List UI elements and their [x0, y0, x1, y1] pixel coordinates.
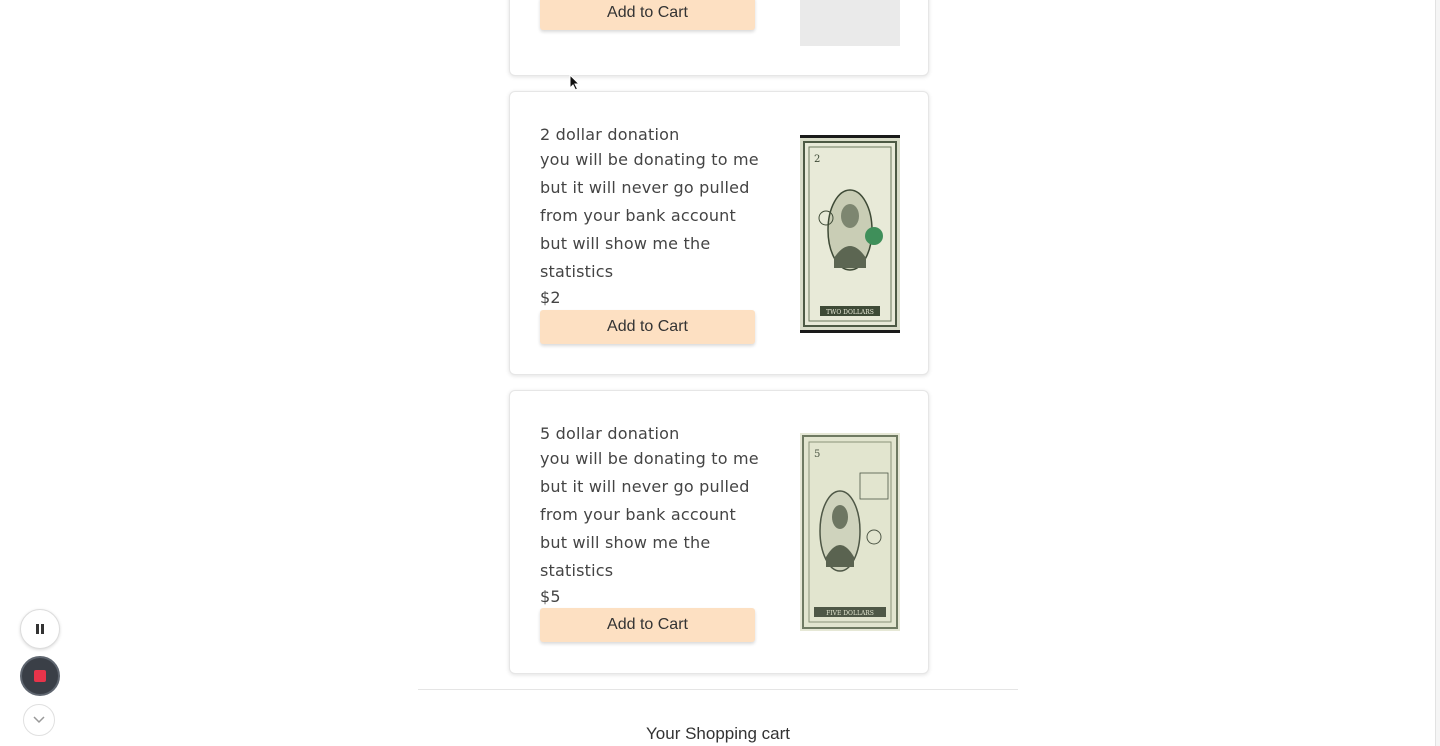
stop-recording-button[interactable]: [20, 656, 60, 696]
chevron-down-icon: [33, 716, 45, 724]
product-image: [800, 0, 900, 46]
bill-corner: 2: [814, 154, 820, 165]
product-card-1: Add to Cart: [509, 0, 929, 76]
bill-corner: 5: [814, 449, 820, 460]
description-line: you will be donating to me: [540, 150, 759, 169]
five-dollar-bill-image: FIVE DOLLARS 5: [800, 433, 900, 631]
product-description: you will be donating to me but it will n…: [540, 445, 770, 585]
product-price: $2: [540, 288, 561, 307]
add-to-cart-button[interactable]: Add to Cart: [540, 310, 755, 344]
bill-caption: TWO DOLLARS: [826, 309, 874, 316]
page-scrollbar[interactable]: [1435, 0, 1440, 746]
product-price: $5: [540, 587, 561, 606]
description-line: but will show me the: [540, 533, 711, 552]
add-to-cart-button[interactable]: Add to Cart: [540, 608, 755, 642]
five-dollar-bill-icon: FIVE DOLLARS 5: [802, 435, 898, 629]
mouse-cursor-icon: [569, 74, 581, 91]
product-title: 2 dollar donation: [540, 125, 680, 144]
collapse-button[interactable]: [23, 704, 55, 736]
pause-button[interactable]: [20, 609, 60, 649]
product-card-2: 2 dollar donation you will be donating t…: [509, 91, 929, 375]
two-dollar-bill-icon: TWO DOLLARS 2: [803, 141, 897, 327]
product-card-3: 5 dollar donation you will be donating t…: [509, 390, 929, 674]
description-line: but will show me the: [540, 234, 711, 253]
description-line: from your bank account: [540, 206, 736, 225]
pause-icon: [36, 624, 44, 634]
description-line: but it will never go pulled: [540, 477, 750, 496]
two-dollar-bill-image: TWO DOLLARS 2: [800, 135, 900, 333]
stop-icon: [34, 670, 46, 682]
bill-caption: FIVE DOLLARS: [826, 610, 874, 617]
description-line: but it will never go pulled: [540, 178, 750, 197]
description-line: statistics: [540, 262, 614, 281]
shopping-cart-heading: Your Shopping cart: [646, 724, 790, 743]
section-divider: [418, 689, 1018, 690]
description-line: you will be donating to me: [540, 449, 759, 468]
product-title: 5 dollar donation: [540, 424, 680, 443]
product-description: you will be donating to me but it will n…: [540, 146, 770, 286]
description-line: from your bank account: [540, 505, 736, 524]
add-to-cart-button[interactable]: Add to Cart: [540, 0, 755, 30]
description-line: statistics: [540, 561, 614, 580]
